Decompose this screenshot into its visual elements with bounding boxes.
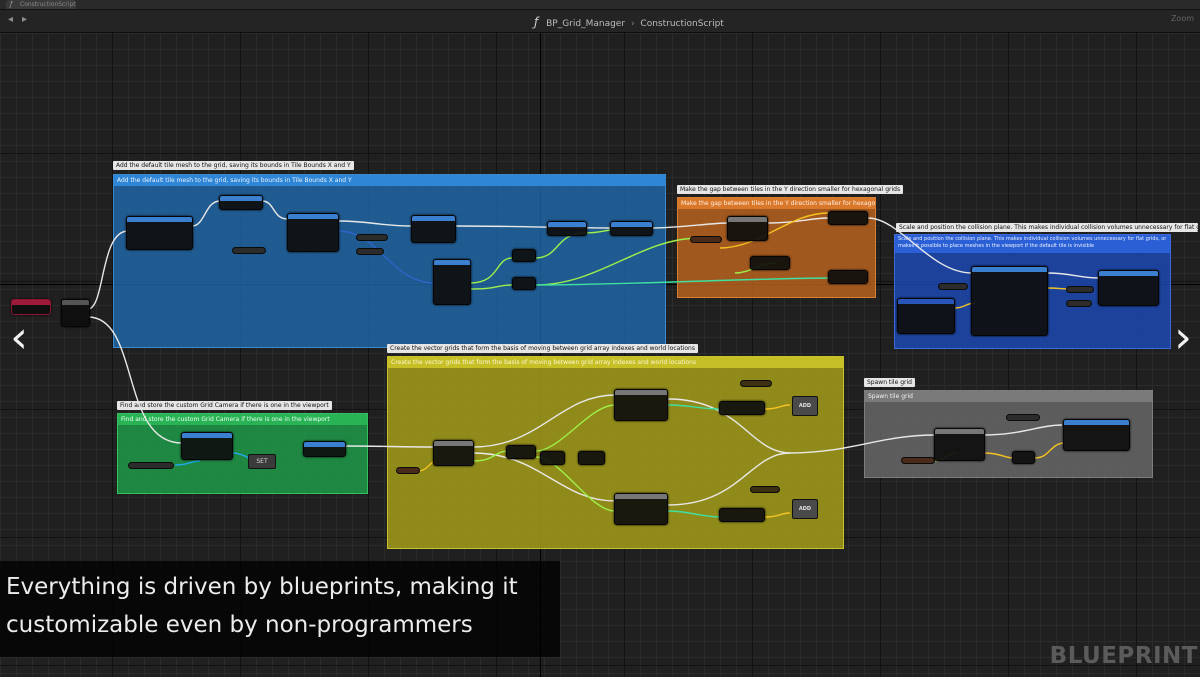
node-header <box>412 216 455 221</box>
get-array-item-node[interactable] <box>1012 451 1035 464</box>
comment-bubble-collision-plane: Scale and position the collision plane. … <box>896 223 1198 232</box>
tile-count-variable[interactable] <box>901 457 935 464</box>
comment-header: Make the gap between tiles in the Y dire… <box>678 198 875 209</box>
set-grid-camera-ref-node[interactable] <box>303 441 346 457</box>
for-loop-node[interactable] <box>614 493 668 525</box>
function-icon: ƒ <box>10 1 13 8</box>
comment-box-add-tile-mesh[interactable]: Add the default tile mesh to the grid, s… <box>113 174 666 348</box>
branch-node[interactable] <box>433 440 474 466</box>
function-icon: ƒ <box>534 15 539 29</box>
for-each-loop-node[interactable] <box>934 428 985 461</box>
comment-header: Create the vector grids that form the ba… <box>388 357 843 368</box>
collision-plane-variable[interactable] <box>1066 300 1092 307</box>
tab-construction-script[interactable]: ƒ ConstructionScript <box>6 0 76 9</box>
getter-variable[interactable] <box>356 234 388 241</box>
make-transform-node[interactable] <box>897 298 955 334</box>
breadcrumb-blueprint[interactable]: BP_Grid_Manager <box>546 19 625 29</box>
divide-node[interactable] <box>540 451 565 465</box>
set-tile-bounds-node[interactable] <box>828 211 868 225</box>
node-header <box>615 494 667 499</box>
collision-plane-variable[interactable] <box>1066 286 1094 293</box>
collision-plane-variable[interactable] <box>938 283 968 290</box>
tab-bar: ƒ ConstructionScript <box>0 0 1200 10</box>
zoom-level: Zoom <box>1170 14 1194 23</box>
set-visibility-node[interactable] <box>287 213 339 252</box>
multiply-float-node[interactable] <box>512 277 536 290</box>
vector-grid-variable[interactable] <box>750 486 780 493</box>
multiply-node[interactable] <box>578 451 605 465</box>
caption-overlay: Everything is driven by blueprints, maki… <box>0 561 560 657</box>
set-visibility-node[interactable] <box>1098 270 1159 306</box>
chevron-right-icon: › <box>630 19 635 29</box>
add-static-mesh-component-node[interactable] <box>126 216 193 250</box>
comment-bubble-grid-camera: Find and store the custom Grid Camera if… <box>117 401 332 410</box>
node-header <box>548 222 586 227</box>
node-header <box>434 260 470 265</box>
breadcrumb-graph: ConstructionScript <box>640 19 724 29</box>
node-header <box>611 222 652 227</box>
get-all-actors-of-class-node[interactable] <box>181 432 233 460</box>
previous-slide-arrow-icon[interactable]: ‹ <box>4 313 34 363</box>
spawn-tile-node[interactable] <box>1063 419 1130 451</box>
comment-bubble-spawn-grid: Spawn tile grid <box>864 378 915 387</box>
comment-bubble-hex-gap: Make the gap between tiles in the Y dire… <box>677 185 904 194</box>
node-header <box>127 217 192 222</box>
node-header <box>182 433 232 438</box>
multiply-node[interactable] <box>750 256 790 270</box>
grid-camera-class-variable[interactable] <box>128 462 174 469</box>
add-vector-to-array-node[interactable] <box>719 401 765 415</box>
comment-header: Find and store the custom Grid Camera if… <box>118 414 367 425</box>
caption-line-1: Everything is driven by blueprints, maki… <box>6 574 518 600</box>
comment-header: Spawn tile grid <box>865 391 1152 402</box>
comment-header: Scale and position the collision plane. … <box>895 235 1170 253</box>
multiply-float-node[interactable] <box>512 249 536 262</box>
set-tile-bounds-node[interactable] <box>828 270 868 284</box>
grid-size-variable[interactable] <box>396 467 420 474</box>
set-grid-camera-node[interactable]: SET <box>248 454 276 469</box>
node-header <box>12 300 50 305</box>
grid-type-variable[interactable] <box>690 236 722 243</box>
set-tile-bounds-x-node[interactable] <box>547 221 587 236</box>
back-arrow-icon[interactable]: ◂ <box>8 14 13 25</box>
break-vector-node[interactable] <box>433 259 471 305</box>
node-header <box>615 390 667 395</box>
comment-bubble-vector-grids: Create the vector grids that form the ba… <box>387 344 698 353</box>
set-relative-transform-node[interactable] <box>971 266 1048 336</box>
sequence-node[interactable] <box>61 299 90 327</box>
node-header <box>288 214 338 219</box>
add-array-node[interactable]: ADD <box>792 396 818 416</box>
branch-node[interactable] <box>727 216 768 241</box>
breadcrumb: ƒ BP_Grid_Manager › ConstructionScript <box>534 15 724 29</box>
tile-mesh-variable[interactable] <box>232 247 266 254</box>
getter-variable[interactable] <box>356 248 384 255</box>
node-header <box>898 299 954 304</box>
add-array-node[interactable]: ADD <box>792 499 818 519</box>
vector-grid-variable[interactable] <box>740 380 772 387</box>
caption-line-2: customizable even by non-programmers <box>6 612 473 638</box>
blueprint-watermark: BLUEPRINT <box>1049 643 1198 669</box>
node-header <box>62 300 89 305</box>
add-vector-to-array-node[interactable] <box>719 508 765 522</box>
make-vector-node[interactable] <box>506 445 536 459</box>
set-static-mesh-node[interactable] <box>219 195 263 210</box>
node-header <box>434 441 473 446</box>
comment-header: Add the default tile mesh to the grid, s… <box>114 175 665 186</box>
graph-toolbar: ◂ ▸ ƒ BP_Grid_Manager › ConstructionScri… <box>0 10 1200 33</box>
get-local-bounds-node[interactable] <box>411 215 456 243</box>
node-header <box>935 429 984 434</box>
node-header <box>304 442 345 447</box>
for-loop-node[interactable] <box>614 389 668 421</box>
next-slide-arrow-icon[interactable]: › <box>1168 313 1198 363</box>
set-tile-bounds-y-node[interactable] <box>610 221 653 236</box>
node-header <box>972 267 1047 272</box>
tab-label: ConstructionScript <box>20 1 76 8</box>
node-header <box>1099 271 1158 276</box>
node-header <box>1064 420 1129 425</box>
forward-arrow-icon[interactable]: ▸ <box>22 14 27 25</box>
tile-array-variable[interactable] <box>1006 414 1040 421</box>
node-header <box>220 196 262 201</box>
comment-bubble-add-tile-mesh: Add the default tile mesh to the grid, s… <box>113 161 354 170</box>
node-header <box>728 217 767 222</box>
